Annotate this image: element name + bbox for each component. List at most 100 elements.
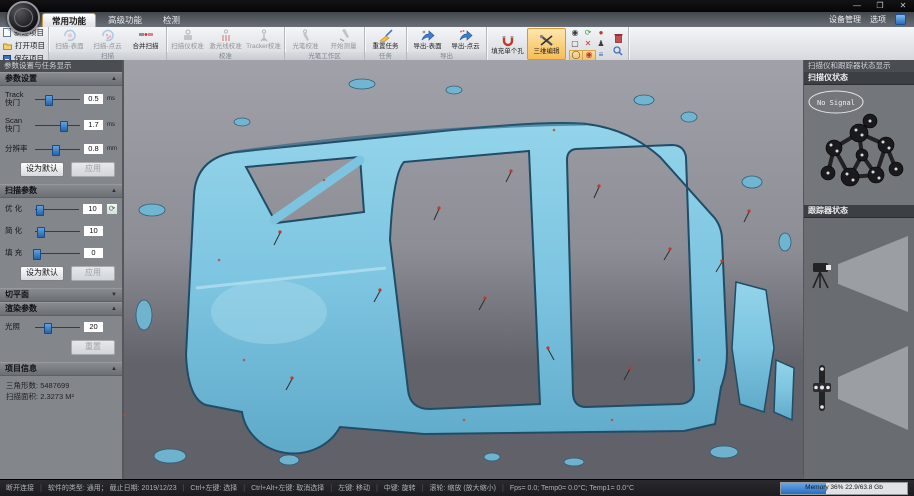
section-header-parameter-settings[interactable]: 参数设置▲ — [0, 72, 122, 86]
section-header-scan-parameters[interactable]: 扫描参数▲ — [0, 184, 122, 198]
ribbon-group-export: 导出-表面 导出-点云 导出 — [407, 27, 487, 60]
ribbon-group-task: 重置任务 任务 — [365, 27, 407, 60]
slider-handle[interactable] — [45, 95, 53, 106]
memory-text: Memory 36% 22.9/63.8 Gb — [781, 483, 907, 494]
section-header-cut-plane[interactable]: 切平面▼ — [0, 288, 122, 302]
apply-button[interactable]: 应用 — [71, 266, 115, 281]
refresh-icon[interactable]: ⟳ — [582, 28, 594, 38]
slider-handle[interactable] — [37, 227, 45, 238]
resolution-value[interactable]: 0.8 — [83, 143, 104, 155]
project-info-body: 三角形数: 5487699 扫描面积: 2.3273 M² — [0, 376, 122, 406]
scanner-fov-cone — [838, 346, 908, 430]
app-logo-icon[interactable] — [7, 1, 40, 34]
scan-shutter-value[interactable]: 1.7 — [83, 119, 104, 131]
export-pointcloud-button[interactable]: 导出-点云 — [447, 28, 484, 51]
simplify-slider[interactable] — [35, 226, 80, 237]
scan-area: 扫描面积: 2.3273 M² — [6, 391, 116, 402]
slider-row-optimize: 优 化 10 ⟳ — [0, 198, 122, 220]
delete-selection-icon[interactable]: ✕ — [582, 39, 594, 49]
slider-row-fill: 填 充 0 — [0, 242, 122, 264]
slider-row-simplify: 简 化 10 — [0, 220, 122, 242]
expand-icon: ▼ — [111, 289, 117, 301]
scan-pointcloud-button[interactable]: 扫描-点云 — [89, 28, 126, 51]
scanner-calibration-icon — [181, 29, 195, 42]
reset-button[interactable]: 重置 — [71, 340, 115, 355]
fill-single-hole-button[interactable]: 填充单个孔 — [489, 28, 526, 60]
slider-row-track-shutter: Track 快门 0.5 ms — [0, 86, 122, 112]
hint-move: 左键: 移动 — [338, 483, 370, 493]
slider-handle[interactable] — [52, 145, 60, 156]
tracker-camera-icon — [809, 258, 835, 290]
software-type: 软件的类型: 通用； 截止日期: 2019/12/23 — [48, 483, 177, 493]
3d-viewport[interactable] — [124, 60, 804, 480]
scanner-calibration-button[interactable]: 扫描仪校准 — [169, 28, 206, 51]
merge-scan-icon — [138, 29, 154, 42]
performance-readout: Fps= 0.0; Temp0= 0.0°C; Temp1= 0.0°C — [510, 485, 634, 492]
minimize-button[interactable]: — — [852, 0, 862, 11]
menu-options[interactable]: 选项 — [870, 14, 886, 25]
scan-surface-button[interactable]: 扫描-表面 — [51, 28, 88, 51]
export-pointcloud-icon — [458, 29, 474, 42]
application-window: — ❒ ✕ 常用功能 高级功能 检测 设备管理 选项 新建项目 — [0, 0, 914, 496]
set-default-button[interactable]: 设为默认 — [20, 162, 64, 177]
ribbon-group-scan: 扫描-表面 扫描-点云 合并扫描 扫描 — [49, 27, 167, 60]
start-measure-button[interactable]: 开始测量 — [325, 28, 362, 51]
list-select-icon[interactable]: ≡ — [595, 50, 607, 60]
section-header-render-parameters[interactable]: 渲染参数▲ — [0, 302, 122, 316]
trash-icon[interactable] — [614, 33, 623, 43]
tracker-calibration-button[interactable]: Tracker校准 — [245, 28, 282, 51]
simplify-value[interactable]: 10 — [83, 225, 104, 237]
measure-pen-icon — [337, 29, 351, 42]
probe-pen-icon — [299, 29, 313, 42]
fill-value[interactable]: 0 — [83, 247, 104, 259]
open-project-button[interactable]: 打开项目 — [3, 40, 45, 51]
lighting-value[interactable]: 20 — [83, 321, 104, 333]
help-icon[interactable] — [895, 14, 906, 25]
tab-common-functions[interactable]: 常用功能 — [42, 13, 96, 27]
slider-handle[interactable] — [60, 121, 68, 132]
close-button[interactable]: ✕ — [898, 0, 908, 11]
fill-slider[interactable] — [35, 248, 80, 259]
merge-scan-button[interactable]: 合并扫描 — [127, 28, 164, 51]
resolution-slider[interactable] — [35, 144, 80, 155]
refresh-optimize-icon[interactable]: ⟳ — [106, 203, 118, 215]
ribbon-empty-space — [629, 27, 914, 60]
slider-handle[interactable] — [33, 249, 41, 260]
scan-shutter-slider[interactable] — [35, 120, 80, 131]
slider-handle[interactable] — [36, 205, 44, 216]
optimize-value[interactable]: 10 — [82, 203, 103, 215]
right-panel-header: 扫描仪和跟踪器状态显示 — [804, 60, 914, 72]
optimize-slider[interactable] — [35, 204, 79, 215]
slider-handle[interactable] — [44, 323, 52, 334]
edit-tools-grid: ◉ ⟳ ● ▢ ✕ ♟ ◯ ◉ ≡ — [567, 28, 609, 60]
menu-device-manager[interactable]: 设备管理 — [829, 14, 861, 25]
3d-edit-button[interactable]: 三维编辑 — [527, 28, 566, 60]
apply-button[interactable]: 应用 — [71, 162, 115, 177]
ribbon-toolbar: 新建项目 打开项目 保存项目 项目 扫描-表面 — [0, 27, 914, 61]
tab-advanced-functions[interactable]: 高级功能 — [99, 13, 151, 27]
scanner-device-graphic: No Signal — [804, 85, 913, 205]
new-document-icon — [3, 28, 11, 37]
record-icon[interactable]: ● — [595, 28, 607, 38]
maximize-button[interactable]: ❒ — [875, 0, 885, 11]
track-shutter-slider[interactable] — [35, 94, 80, 105]
export-surface-icon — [420, 29, 436, 42]
tab-inspection[interactable]: 检测 — [154, 13, 189, 27]
zoom-select-icon[interactable] — [613, 46, 623, 56]
visibility-icon[interactable]: ◉ — [569, 28, 581, 38]
scan-pointcloud-icon — [100, 29, 116, 42]
laser-calibration-button[interactable]: 激光线校准 — [207, 28, 244, 51]
track-shutter-value[interactable]: 0.5 — [83, 93, 104, 105]
triangle-count: 三角形数: 5487699 — [6, 380, 116, 391]
lighting-slider[interactable] — [35, 322, 80, 333]
collapse-icon: ▲ — [111, 185, 117, 197]
probe-calibration-button[interactable]: 光笔校准 — [287, 28, 324, 51]
left-panel-header: 参数设置与任务显示 — [0, 60, 122, 72]
export-surface-button[interactable]: 导出-表面 — [409, 28, 446, 51]
section-header-project-info[interactable]: 项目信息▲ — [0, 362, 122, 376]
set-default-button[interactable]: 设为默认 — [20, 266, 64, 281]
select-back-icon[interactable]: ♟ — [595, 39, 607, 49]
reset-task-button[interactable]: 重置任务 — [367, 28, 404, 51]
connection-status[interactable]: 断开连接 — [6, 483, 34, 493]
rect-select-icon[interactable]: ▢ — [569, 39, 581, 49]
